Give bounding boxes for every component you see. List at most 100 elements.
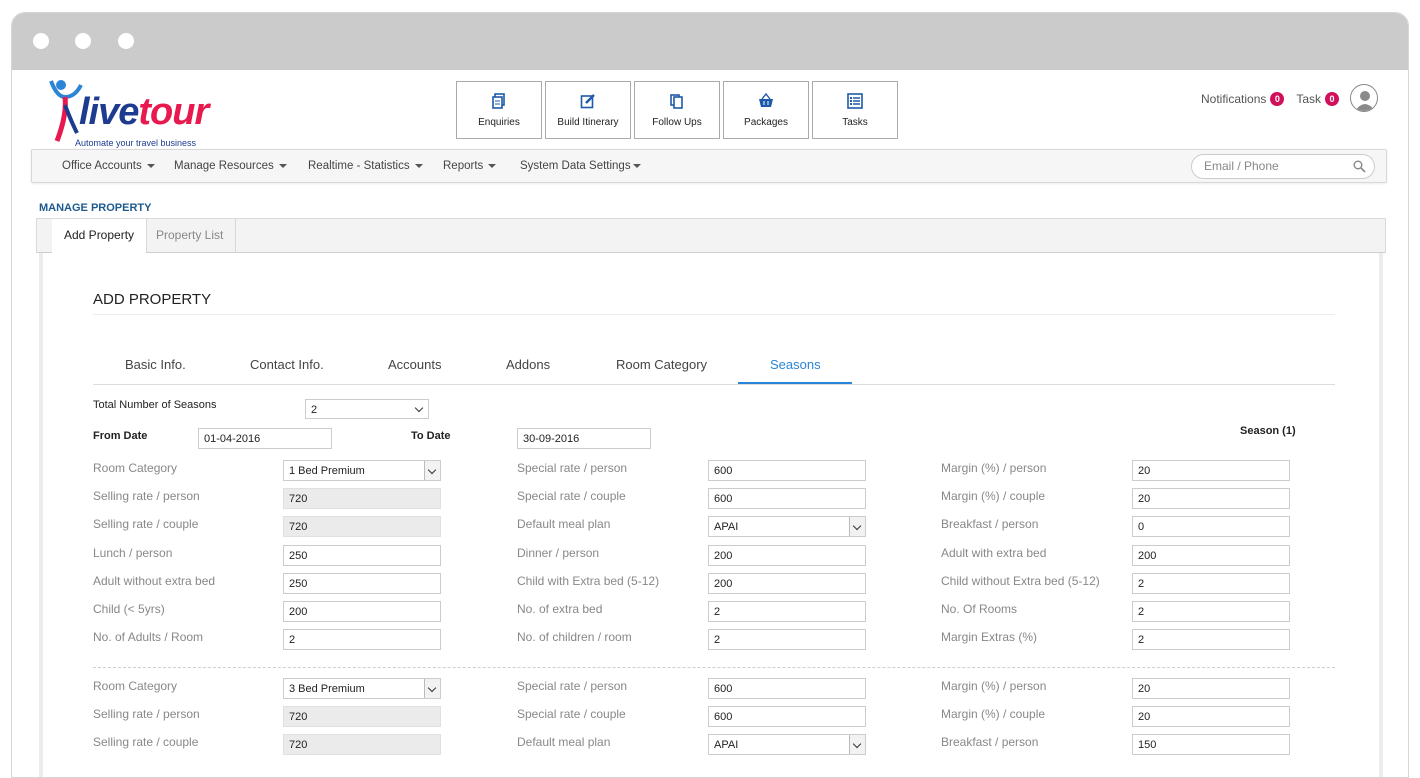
field-input[interactable]: 600 xyxy=(708,488,866,510)
field-input[interactable]: 600 xyxy=(708,706,866,728)
field-input[interactable]: 2 xyxy=(283,629,441,651)
task-link[interactable]: Task xyxy=(1296,92,1321,106)
subtab-add-property[interactable]: Add Property xyxy=(52,219,148,253)
tab-room-category[interactable]: Room Category xyxy=(616,357,707,372)
nav-office-accounts[interactable]: Office Accounts xyxy=(62,160,155,172)
field-input[interactable]: 200 xyxy=(708,544,866,566)
brand-logo[interactable]: livetour Automate your travel business xyxy=(47,75,247,148)
field-input[interactable]: 600 xyxy=(708,460,866,481)
field-input[interactable]: 2 xyxy=(708,629,866,651)
total-seasons-select[interactable]: 2 xyxy=(305,399,429,419)
field-input[interactable]: 250 xyxy=(283,544,441,566)
field-input[interactable]: 2 xyxy=(1132,601,1290,622)
field-select[interactable]: APAI xyxy=(708,516,866,538)
field-label: Lunch / person xyxy=(93,545,173,560)
field-input[interactable]: 0 xyxy=(1132,516,1290,538)
tab-addons[interactable]: Addons xyxy=(506,357,550,372)
room-divider xyxy=(93,667,1335,668)
search-icon[interactable] xyxy=(1353,160,1366,173)
field-value: 720 xyxy=(289,521,308,534)
add-property-panel: ADD PROPERTY Basic Info. Contact Info. A… xyxy=(39,253,1383,777)
field-label: No. Of Rooms xyxy=(941,602,1018,616)
build-itinerary-button[interactable]: Build Itinerary xyxy=(545,81,631,139)
chevron-down-icon[interactable] xyxy=(424,461,440,480)
nav-reports[interactable]: Reports xyxy=(443,160,497,172)
window-dot-minimize[interactable] xyxy=(75,33,91,49)
chevron-down-icon[interactable] xyxy=(424,679,440,698)
field-value: 20 xyxy=(1138,683,1151,695)
field-input[interactable]: 600 xyxy=(708,678,866,699)
field-input[interactable]: 2 xyxy=(708,601,866,622)
field-input[interactable]: 20 xyxy=(1132,706,1290,728)
field-value: 0 xyxy=(1138,521,1145,534)
to-date-field[interactable]: 30-09-2016 xyxy=(517,428,651,449)
field-select[interactable]: 3 Bed Premium xyxy=(283,678,441,699)
chevron-down-icon[interactable] xyxy=(849,517,865,537)
field-value: 2 xyxy=(1138,606,1145,618)
field-input[interactable]: 200 xyxy=(708,572,866,594)
form-title: ADD PROPERTY xyxy=(93,291,212,308)
enquiries-button[interactable]: Enquiries xyxy=(456,81,542,139)
field-label: Default meal plan xyxy=(517,517,611,532)
field-value: 2 xyxy=(714,606,721,618)
field-value: 600 xyxy=(714,711,733,724)
field-input[interactable]: 250 xyxy=(283,572,441,594)
field-label: Selling rate / person xyxy=(93,707,200,722)
header-notifications: Notifications 0 Task 0 xyxy=(1201,92,1347,106)
tab-contact-info[interactable]: Contact Info. xyxy=(250,357,324,372)
packages-button[interactable]: Packages xyxy=(723,81,809,139)
field-value: 600 xyxy=(714,493,733,506)
tabs-divider xyxy=(93,384,1335,385)
total-seasons-label: Total Number of Seasons xyxy=(93,399,217,411)
files-icon xyxy=(670,93,683,109)
tasks-button[interactable]: Tasks xyxy=(812,81,898,139)
window-dot-maximize[interactable] xyxy=(118,33,134,49)
field-select[interactable]: 1 Bed Premium xyxy=(283,460,441,481)
logo-tagline: Automate your travel business xyxy=(75,138,197,148)
field-value: 1 Bed Premium xyxy=(289,465,365,477)
follow-ups-button[interactable]: Follow Ups xyxy=(634,81,720,139)
packages-label: Packages xyxy=(744,116,788,128)
task-count-badge[interactable]: 0 xyxy=(1325,92,1340,106)
build-itinerary-label: Build Itinerary xyxy=(557,116,619,128)
field-label: Special rate / person xyxy=(517,461,628,475)
nav-realtime-statistics[interactable]: Realtime - Statistics xyxy=(308,160,423,172)
field-input[interactable]: 20 xyxy=(1132,488,1290,510)
tab-accounts[interactable]: Accounts xyxy=(388,357,441,372)
field-label: Special rate / couple xyxy=(517,707,626,722)
quick-toolbar: Enquiries Build Itinerary Follow Ups Pac… xyxy=(456,81,898,139)
field-input[interactable]: 150 xyxy=(1132,734,1290,756)
field-label: Adult with extra bed xyxy=(941,545,1047,560)
search-field[interactable]: Email / Phone xyxy=(1191,154,1375,179)
field-value: 250 xyxy=(289,577,308,590)
chevron-down-icon[interactable] xyxy=(849,735,865,755)
field-label: Special rate / couple xyxy=(517,489,626,504)
field-value: 20 xyxy=(1138,493,1151,506)
window-dot-close[interactable] xyxy=(33,33,49,49)
main-nav: Office Accounts Manage Resources Realtim… xyxy=(31,149,1387,183)
field-input[interactable]: 20 xyxy=(1132,678,1290,699)
field-value: 2 xyxy=(289,634,296,647)
page-title: MANAGE PROPERTY xyxy=(39,202,152,214)
field-label: Breakfast / person xyxy=(941,735,1039,750)
nav-manage-resources[interactable]: Manage Resources xyxy=(174,160,287,172)
field-input[interactable]: 2 xyxy=(1132,629,1290,651)
field-label: No. of children / room xyxy=(517,630,632,645)
nav-system-data-settings[interactable]: System Data Settings xyxy=(520,160,641,172)
field-input[interactable]: 200 xyxy=(1132,544,1290,566)
from-date-field[interactable]: 01-04-2016 xyxy=(198,428,332,449)
notifications-link[interactable]: Notifications xyxy=(1201,92,1266,106)
tab-seasons[interactable]: Seasons xyxy=(770,357,821,372)
user-avatar[interactable] xyxy=(1350,84,1378,112)
field-input[interactable]: 200 xyxy=(283,601,441,622)
tab-basic-info[interactable]: Basic Info. xyxy=(125,357,186,372)
notifications-count-badge[interactable]: 0 xyxy=(1270,92,1285,106)
field-label: Margin Extras (%) xyxy=(941,630,1038,645)
field-label: Room Category xyxy=(93,461,178,475)
subtab-property-list[interactable]: Property List xyxy=(144,219,237,253)
field-input[interactable]: 20 xyxy=(1132,460,1290,481)
field-value: 20 xyxy=(1138,465,1151,477)
field-input[interactable]: 2 xyxy=(1132,572,1290,594)
caret-down-icon xyxy=(146,163,155,168)
field-select[interactable]: APAI xyxy=(708,734,866,756)
